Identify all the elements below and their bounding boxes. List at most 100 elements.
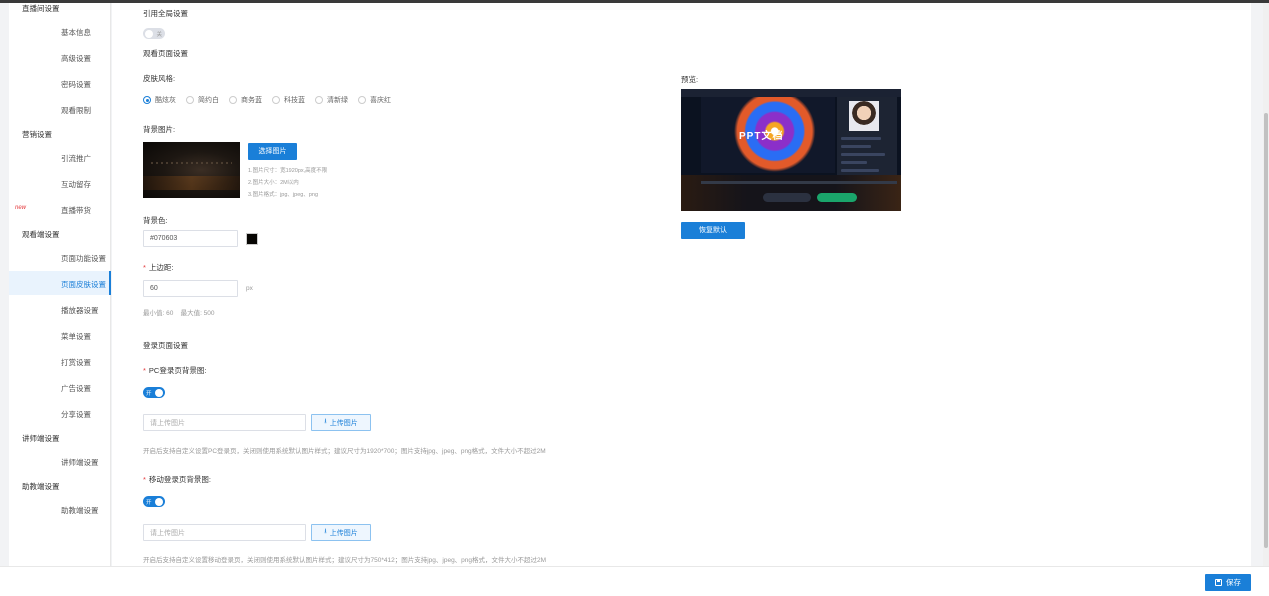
radio-label: 简约白: [198, 97, 219, 104]
image-note-3: 3.图片格式：jpg、jpeg、png: [248, 192, 319, 198]
sidebar-item-password[interactable]: 密码设置: [61, 79, 91, 90]
toggle-text: 开: [146, 500, 152, 506]
save-bar: [0, 566, 1269, 596]
sidebar-item-traffic[interactable]: 引流推广: [61, 153, 91, 164]
global-setting-label: 引用全局设置: [143, 9, 188, 18]
bg-color-input[interactable]: #070603: [143, 230, 238, 247]
top-margin-input[interactable]: 60: [143, 280, 238, 297]
login-page-section-title: 登录页面设置: [143, 341, 188, 350]
save-button[interactable]: 保存: [1205, 574, 1251, 591]
radio-label: 喜庆红: [370, 97, 391, 104]
skin-radio-business-blue[interactable]: 商务蓝: [229, 95, 262, 105]
required-mark: *: [143, 263, 146, 272]
scrollbar-thumb[interactable]: [1264, 113, 1268, 548]
sidebar: 直播间设置 基本信息 高级设置 密码设置 观看限制 营销设置 引流推广 互动留存…: [9, 3, 111, 566]
upload-icon: ⭳: [324, 418, 327, 425]
sidebar-item-basic-info[interactable]: 基本信息: [61, 27, 91, 38]
preview-chat-line: [841, 137, 881, 140]
skin-preview-image: PPT文档: [681, 89, 901, 211]
sidebar-item-menu[interactable]: 菜单设置: [61, 331, 91, 342]
restore-default-button[interactable]: 恢复默认: [681, 222, 745, 239]
sidebar-item-live-commerce[interactable]: new 直播带货: [15, 205, 91, 216]
choose-image-button[interactable]: 选择图片: [248, 143, 297, 160]
bg-color-swatch[interactable]: [246, 233, 258, 245]
sidebar-item-player[interactable]: 播放器设置: [61, 305, 99, 316]
sidebar-group-marketing[interactable]: 营销设置: [22, 129, 52, 140]
top-margin-label: * 上边距:: [143, 262, 174, 273]
pc-upload-input[interactable]: 请上传图片: [143, 414, 306, 431]
mobile-login-bg-label-text: 移动登录页背景图:: [148, 475, 212, 484]
skin-radio-festive-red[interactable]: 喜庆红: [358, 95, 391, 105]
toggle-knob: [155, 388, 163, 397]
top-margin-unit: px: [246, 285, 253, 292]
preview-presenter-avatar: [849, 101, 879, 131]
preview-chat-line: [841, 145, 871, 148]
pc-upload-button[interactable]: ⭳ 上传图片: [311, 414, 371, 431]
new-badge: new: [15, 205, 27, 211]
top-margin-label-text: 上边距:: [148, 263, 174, 272]
pc-login-bg-label-text: PC登录页背景图:: [148, 366, 207, 375]
radio-dot: [186, 96, 194, 104]
preview-topbar: [681, 89, 901, 97]
mobile-login-bg-label: * 移动登录页背景图:: [143, 474, 211, 485]
radio-label: 酷炫灰: [155, 97, 176, 104]
preview-slide-title: PPT文档: [739, 131, 784, 142]
sidebar-item-lecturer[interactable]: 讲师端设置: [61, 457, 99, 468]
radio-dot: [315, 96, 323, 104]
bg-color-label: 背景色:: [143, 216, 168, 225]
skin-radio-tech-blue[interactable]: 科技蓝: [272, 95, 305, 105]
skin-radio-simple-white[interactable]: 简约白: [186, 95, 219, 105]
pc-login-bg-toggle[interactable]: 开: [143, 387, 165, 398]
sidebar-item-advanced[interactable]: 高级设置: [61, 53, 91, 64]
sidebar-item-interaction[interactable]: 互动留存: [61, 179, 91, 190]
main-content: 引用全局设置 关 观看页面设置 皮肤风格: 酷炫灰 简约白 商务蓝 科技蓝 清新…: [112, 3, 1251, 566]
mobile-upload-button[interactable]: ⭳ 上传图片: [311, 524, 371, 541]
sidebar-item-share[interactable]: 分享设置: [61, 409, 91, 420]
radio-dot: [358, 96, 366, 104]
image-note-2: 2.图片大小：2M以内: [248, 180, 299, 186]
radio-label: 商务蓝: [241, 97, 262, 104]
preview-progress-bar: [701, 181, 897, 184]
save-button-label: 保存: [1226, 578, 1241, 587]
preview-chat-line: [841, 153, 885, 156]
mobile-login-bg-toggle[interactable]: 开: [143, 496, 165, 507]
watch-page-section-title: 观看页面设置: [143, 49, 188, 58]
sidebar-item-page-skin[interactable]: 页面皮肤设置: [61, 279, 106, 290]
pc-upload-hint: 开启后支持自定义设置PC登录页，关闭则使用系统默认图片样式；建议尺寸为1920*…: [143, 448, 546, 455]
sidebar-group-viewer[interactable]: 观看端设置: [22, 229, 60, 240]
skin-style-label: 皮肤风格:: [143, 74, 176, 83]
global-setting-toggle[interactable]: 关: [143, 28, 165, 39]
sidebar-item-ads[interactable]: 广告设置: [61, 383, 91, 394]
toggle-text: 开: [146, 391, 152, 397]
sidebar-item-assistant[interactable]: 助教端设置: [61, 505, 99, 516]
pc-login-bg-label: * PC登录页背景图:: [143, 365, 206, 376]
toggle-text: 关: [156, 32, 162, 38]
radio-dot: [143, 96, 151, 104]
sidebar-group-live-room[interactable]: 直播间设置: [22, 3, 60, 14]
image-note-1: 1.图片尺寸：宽1920px,高度不限: [248, 168, 328, 174]
skin-radio-cool-gray[interactable]: 酷炫灰: [143, 95, 176, 105]
bg-image-thumbnail: [143, 142, 240, 198]
vertical-scrollbar[interactable]: [1263, 3, 1269, 566]
sidebar-group-lecturer[interactable]: 讲师端设置: [22, 433, 60, 444]
required-mark: *: [143, 475, 146, 484]
sidebar-group-assistant[interactable]: 助教端设置: [22, 481, 60, 492]
required-mark: *: [143, 366, 146, 375]
sidebar-item-watch-limit[interactable]: 观看限制: [61, 105, 91, 116]
radio-dot: [272, 96, 280, 104]
upload-icon: ⭳: [324, 528, 327, 535]
mobile-upload-input[interactable]: 请上传图片: [143, 524, 306, 541]
skin-radio-group: 酷炫灰 简约白 商务蓝 科技蓝 清新绿 喜庆红: [143, 95, 391, 105]
skin-radio-fresh-green[interactable]: 清新绿: [315, 95, 348, 105]
sidebar-item-page-functions[interactable]: 页面功能设置: [61, 253, 106, 264]
toggle-knob: [145, 29, 153, 38]
upload-button-label: 上传图片: [329, 419, 358, 427]
toggle-knob: [155, 497, 163, 506]
radio-label: 清新绿: [327, 97, 348, 104]
preview-button-green: [817, 193, 857, 202]
preview-button: [763, 193, 811, 202]
sidebar-item-reward[interactable]: 打赏设置: [61, 357, 91, 368]
preview-chat-line: [841, 169, 879, 172]
upload-button-label: 上传图片: [329, 529, 358, 537]
preview-chat-line: [841, 161, 867, 164]
